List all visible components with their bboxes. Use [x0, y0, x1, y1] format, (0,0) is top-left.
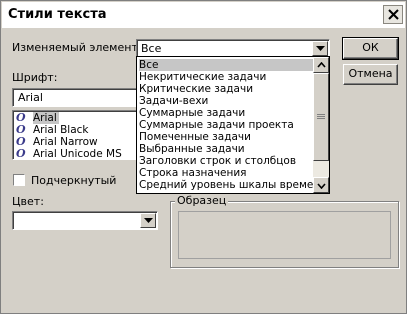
close-icon: [388, 9, 399, 20]
list-item[interactable]: Заголовки строк и столбцов: [139, 155, 296, 167]
ok-button-label: ОК: [362, 41, 379, 54]
close-button[interactable]: [383, 5, 403, 24]
dialog-window: Стили текста Изменяемый элемент: Все ОК …: [0, 0, 407, 314]
element-dropdown-list[interactable]: Все Некритические задачи Критические зад…: [136, 56, 330, 194]
grip-icon: [317, 114, 325, 119]
element-select-value: Все: [141, 42, 162, 55]
element-dropdown-button[interactable]: [312, 41, 328, 56]
underline-checkbox[interactable]: [13, 174, 25, 186]
list-item[interactable]: Критические задачи: [139, 83, 253, 95]
element-label: Изменяемый элемент:: [12, 41, 142, 54]
font-input-value: Arial: [18, 91, 43, 104]
sample-group: Образец: [170, 194, 399, 268]
color-select[interactable]: [12, 211, 158, 230]
ok-button[interactable]: ОК: [342, 37, 399, 60]
font-input[interactable]: Arial: [12, 88, 142, 107]
cancel-button-label: Отмена: [348, 67, 393, 80]
list-item[interactable]: Строка назначения: [139, 167, 247, 179]
list-item[interactable]: Суммарные задачи: [139, 107, 245, 119]
list-item[interactable]: Суммарные задачи проекта: [139, 119, 294, 131]
scroll-up-icon: [317, 62, 326, 68]
title-bar: Стили текста: [2, 2, 405, 28]
chevron-down-icon: [316, 46, 325, 51]
dialog-title: Стили текста: [8, 7, 107, 22]
sample-label: Образец: [175, 194, 229, 207]
scroll-down-icon: [317, 183, 326, 189]
list-item[interactable]: Все: [139, 59, 313, 71]
cancel-button[interactable]: Отмена: [343, 64, 398, 85]
dropdown-scrollbar[interactable]: [313, 57, 329, 193]
list-item[interactable]: Помеченные задачи: [139, 131, 251, 143]
list-item[interactable]: Средний уровень шкалы времени: [139, 179, 327, 191]
list-item[interactable]: Выбранные задачи: [139, 143, 245, 155]
color-dropdown-button[interactable]: [140, 213, 156, 228]
opentype-font-icon: O: [16, 147, 26, 160]
font-label: Шрифт:: [12, 71, 58, 84]
list-item[interactable]: Некритические задачи: [139, 71, 266, 83]
color-label: Цвет:: [12, 195, 44, 208]
list-item[interactable]: Задачи-вехи: [139, 95, 208, 107]
underline-label: Подчеркнутый: [31, 174, 117, 187]
scroll-up-button[interactable]: [313, 57, 329, 73]
font-list[interactable]: O Arial O Arial Black O Arial Narrow O A…: [12, 110, 142, 160]
sample-preview: [178, 211, 391, 259]
scroll-down-button[interactable]: [313, 177, 329, 193]
scroll-thumb[interactable]: [313, 73, 329, 161]
chevron-down-icon: [144, 218, 153, 223]
